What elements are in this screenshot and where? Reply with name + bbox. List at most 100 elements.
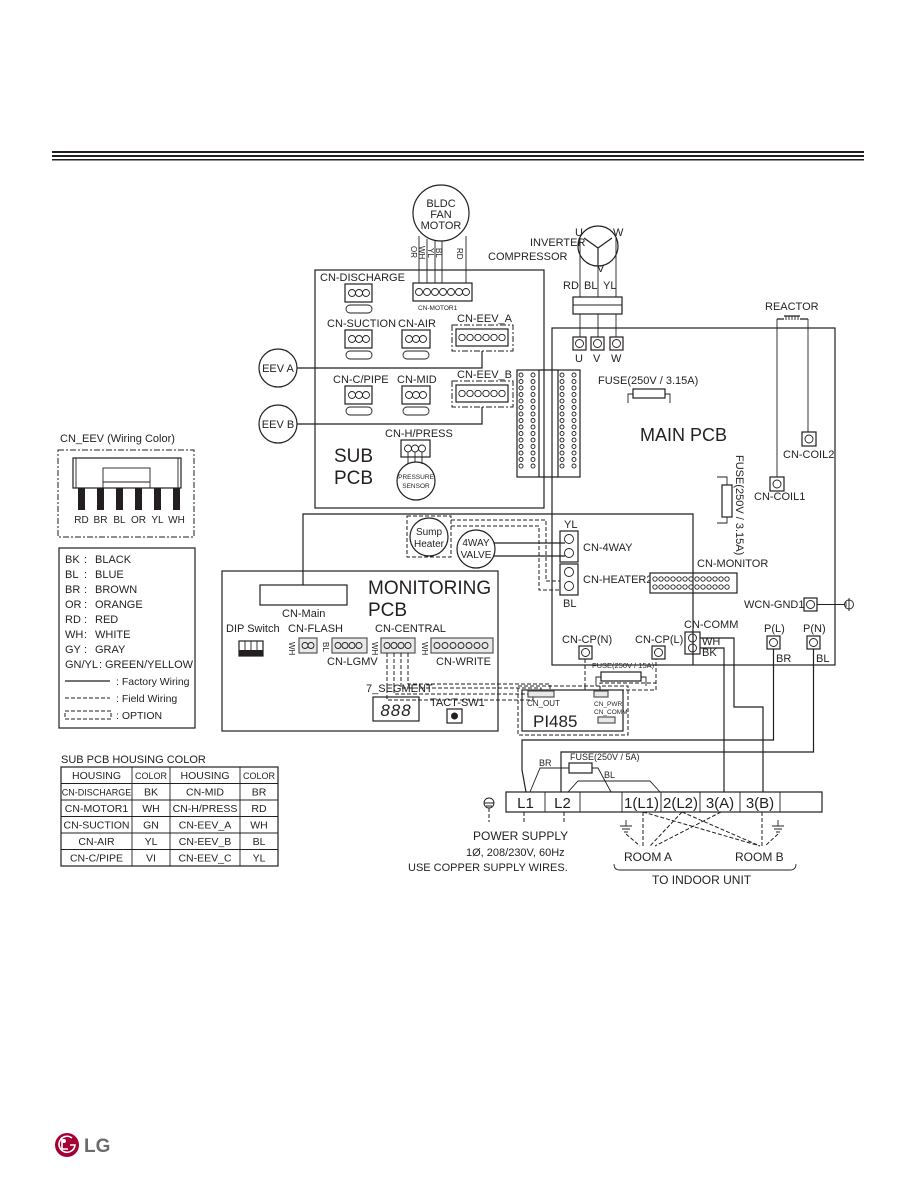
main-pcb-title: MAIN PCB — [640, 425, 727, 445]
cn-out-connector — [527, 690, 555, 698]
table-cell: CN-SUCTION — [64, 820, 130, 832]
copper-wire-note: USE COPPER SUPPLY WIRES. — [408, 862, 568, 874]
terminal-label: U — [575, 353, 583, 365]
eev-wire-label: BL — [113, 515, 126, 526]
cn-motor1-label: CN-MOTOR1 — [418, 305, 458, 312]
cn-heater2-label: CN-HEATER2 — [583, 574, 652, 586]
tact-switch-button[interactable] — [446, 708, 463, 724]
terminal-cell: L2 — [554, 795, 571, 812]
table-header: HOUSING — [72, 770, 121, 782]
colon: : — [84, 569, 87, 581]
sub-pcb-title: SUB — [334, 446, 373, 467]
cn-mid-label: CN-MID — [397, 374, 437, 386]
terminal-label: V — [593, 353, 601, 365]
cn-central-connector — [380, 637, 416, 654]
cn-eev-a-connector — [451, 324, 514, 352]
wire-label: YL — [426, 248, 435, 258]
color-name: BLUE — [95, 569, 124, 581]
monitoring-pcb: CN-Main MONITORING PCB DIP Switch CN-FLA… — [221, 570, 499, 732]
cn-pwr-label: CN_PWR — [594, 701, 622, 708]
fuse-label: FUSE(250V / 3.15A) — [733, 455, 745, 555]
eev-a-label: EEV A — [262, 363, 294, 375]
cn-4way-connector — [559, 530, 579, 563]
reactor-label: REACTOR — [765, 301, 819, 313]
sump-heater-label: Sump — [416, 527, 443, 538]
table-cell: CN-MID — [186, 787, 224, 799]
cn-flash-label: CN-FLASH — [288, 623, 343, 635]
wire-label: BL — [321, 642, 330, 652]
cn-coil1-connector — [769, 476, 785, 492]
cn-out-label: CN_OUT — [527, 699, 560, 708]
room-b-label: ROOM B — [735, 850, 784, 864]
seven-segment-display: 888 — [372, 696, 420, 722]
cn-write-connector — [430, 637, 494, 654]
color-code: RD — [65, 614, 81, 626]
table-cell: WH — [142, 803, 160, 815]
pn-connector — [806, 635, 821, 650]
table-cell: CN-MOTOR1 — [65, 803, 129, 815]
phase-label: U — [575, 227, 583, 239]
ground-icon — [844, 598, 854, 611]
dip-switch[interactable] — [238, 640, 264, 657]
pressure-sensor-label: SENSOR — [402, 483, 430, 490]
color-code: WH — [65, 629, 83, 641]
eev-wire-label: YL — [151, 515, 164, 526]
cn-eev-legend: CN_EEV (Wiring Color) RD BR BL OR YL WH — [57, 433, 195, 538]
power-supply-label: POWER SUPPLY — [473, 829, 568, 843]
eev-pin — [116, 488, 123, 510]
eev-wire-label: RD — [74, 515, 88, 526]
cn-mid-connector — [401, 385, 431, 416]
table-header: COLOR — [243, 771, 276, 781]
ground-icon — [483, 797, 495, 809]
dip-switch-label: DIP Switch — [226, 623, 280, 635]
color-code: OR — [65, 599, 82, 611]
housing-table-title: SUB PCB HOUSING COLOR — [61, 754, 206, 766]
table-cell: BR — [252, 787, 267, 799]
cn-suction-connector — [344, 329, 373, 360]
cn-main-label: CN-Main — [282, 608, 325, 620]
cn-cpipe-label: CN-C/PIPE — [333, 374, 389, 386]
wire-label: WH — [417, 246, 426, 260]
color-name: BLACK — [95, 554, 132, 566]
eev-pin — [154, 488, 161, 510]
color-code: BR — [65, 584, 80, 596]
cn-comm-label: CN-COMM — [684, 619, 738, 631]
monitoring-pcb-title: MONITORING — [368, 578, 491, 599]
cn-hpress-label: CN-H/PRESS — [385, 428, 453, 440]
color-name: WHITE — [95, 629, 130, 641]
colon: : — [99, 659, 102, 671]
bldc-fan-motor: BLDC FAN MOTOR OR WH YL BL RD — [409, 184, 470, 293]
table-cell: CN-AIR — [78, 836, 115, 848]
colon: : — [84, 644, 87, 656]
wire-label: BK — [702, 647, 717, 659]
cn-coil2-label: CN-COIL2 — [783, 449, 834, 461]
cn-lgmv-label: CN-LGMV — [327, 656, 378, 668]
cn-eev-b-label: CN-EEV_B — [457, 369, 512, 381]
colon: : — [84, 599, 87, 611]
colon: : — [84, 629, 87, 641]
colon: : — [84, 584, 87, 596]
cn-cpl-label: CN-CP(L) — [635, 634, 683, 646]
terminal-cell: 2(L2) — [663, 795, 698, 812]
table-cell: YL — [145, 836, 158, 848]
colon: : — [84, 614, 87, 626]
compressor-label: COMPRESSOR — [488, 251, 568, 263]
pi485-module: CN_OUT PI485 CN_PWR CN_COMM — [517, 685, 629, 736]
table-cell: WH — [250, 820, 268, 832]
eev-wire-label: WH — [168, 515, 185, 526]
lg-logo-text: LG — [84, 1136, 110, 1157]
pn-label: P(N) — [803, 623, 826, 635]
power-supply-spec: 1Ø, 208/230V, 60Hz — [466, 847, 565, 859]
terminal-cell: 3(A) — [706, 795, 734, 812]
cn-eev-a-label: CN-EEV_A — [457, 313, 513, 325]
cn-motor1-connector — [412, 282, 473, 302]
color-legend: : Factory Wiring : Field Wiring : OPTION… — [58, 547, 196, 729]
terminal-cell: L1 — [517, 795, 534, 812]
color-name: BROWN — [95, 584, 137, 596]
table-cell: CN-H/PRESS — [173, 803, 238, 815]
fuse-icon — [717, 476, 733, 524]
sump-heater-label: Heater — [414, 539, 445, 550]
cn-suction-label: CN-SUCTION — [327, 318, 396, 330]
cn-coil2-connector — [801, 431, 817, 447]
wcn-gnd1-label: WCN-GND1 — [744, 599, 805, 611]
